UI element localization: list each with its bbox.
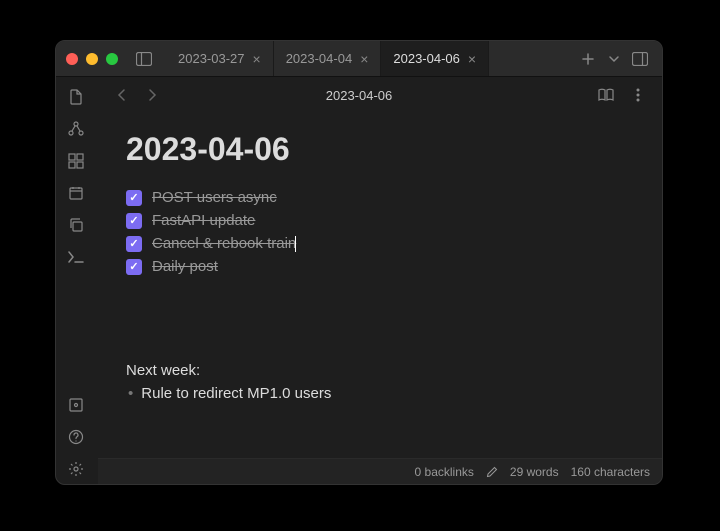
help-icon[interactable]	[61, 422, 91, 452]
task-text: FastAPI update	[152, 212, 255, 229]
tab-label: 2023-04-04	[286, 51, 353, 66]
tab-2[interactable]: 2023-04-06 ×	[381, 41, 489, 76]
task-item[interactable]: ✓ Cancel & rebook train	[126, 232, 634, 255]
edit-mode-icon[interactable]	[486, 466, 498, 478]
sidebar-toggle-icon[interactable]	[132, 47, 156, 71]
bullet-icon: •	[128, 385, 133, 402]
page-heading: 2023-04-06	[126, 131, 634, 168]
close-window-button[interactable]	[66, 53, 78, 65]
nextweek-heading: Next week:	[126, 362, 634, 379]
checkbox-checked[interactable]: ✓	[126, 236, 142, 252]
activity-bar	[55, 76, 97, 484]
more-menu-icon[interactable]	[626, 83, 650, 107]
checkbox-checked[interactable]: ✓	[126, 259, 142, 275]
task-item[interactable]: ✓ FastAPI update	[126, 209, 634, 232]
app-window: 2023-03-27 × 2023-04-04 × 2023-04-06 × 2…	[55, 40, 663, 485]
close-tab-icon[interactable]: ×	[253, 51, 261, 67]
grid-icon[interactable]	[61, 146, 91, 176]
task-item[interactable]: ✓ POST users async	[126, 186, 634, 209]
new-tab-button[interactable]	[576, 47, 600, 71]
list-item[interactable]: • Rule to redirect MP1.0 users	[126, 385, 634, 402]
graph-view-icon[interactable]	[61, 114, 91, 144]
titlebar: 2023-03-27 × 2023-04-04 × 2023-04-06 ×	[56, 41, 662, 77]
window-controls	[66, 53, 118, 65]
task-list: ✓ POST users async ✓ FastAPI update ✓ Ca…	[126, 186, 634, 278]
right-sidebar-toggle-icon[interactable]	[628, 47, 652, 71]
document-toolbar: 2023-04-06	[98, 77, 662, 113]
checkbox-checked[interactable]: ✓	[126, 213, 142, 229]
text-cursor	[295, 236, 296, 252]
close-tab-icon[interactable]: ×	[360, 51, 368, 67]
backlinks-count[interactable]: 0 backlinks	[415, 465, 474, 479]
check-icon: ✓	[129, 260, 138, 273]
tab-strip: 2023-03-27 × 2023-04-04 × 2023-04-06 ×	[166, 41, 570, 76]
editor-area: 2023-04-06 2023-04-06 ✓ POST users async…	[98, 77, 662, 484]
titlebar-right	[576, 47, 652, 71]
main-area: 2023-04-06 2023-04-06 ✓ POST users async…	[56, 77, 662, 484]
check-icon: ✓	[129, 237, 138, 250]
back-button[interactable]	[110, 83, 134, 107]
tab-1[interactable]: 2023-04-04 ×	[274, 41, 382, 76]
copy-icon[interactable]	[61, 210, 91, 240]
tab-label: 2023-03-27	[178, 51, 245, 66]
word-count[interactable]: 29 words	[510, 465, 559, 479]
chevron-down-icon[interactable]	[602, 47, 626, 71]
document-body[interactable]: 2023-04-06 ✓ POST users async ✓ FastAPI …	[98, 113, 662, 458]
status-bar: 0 backlinks 29 words 160 characters	[98, 458, 662, 484]
reading-mode-icon[interactable]	[594, 83, 618, 107]
checkbox-checked[interactable]: ✓	[126, 190, 142, 206]
close-tab-icon[interactable]: ×	[468, 51, 476, 67]
task-text: POST users async	[152, 189, 277, 206]
calendar-icon[interactable]	[61, 178, 91, 208]
terminal-icon[interactable]	[61, 242, 91, 272]
tab-label: 2023-04-06	[393, 51, 460, 66]
settings-icon[interactable]	[61, 454, 91, 484]
list-item-text: Rule to redirect MP1.0 users	[141, 385, 331, 402]
minimize-window-button[interactable]	[86, 53, 98, 65]
task-item[interactable]: ✓ Daily post	[126, 255, 634, 278]
tab-0[interactable]: 2023-03-27 ×	[166, 41, 274, 76]
task-text: Daily post	[152, 258, 218, 275]
char-count[interactable]: 160 characters	[571, 465, 650, 479]
vault-icon[interactable]	[61, 390, 91, 420]
file-explorer-icon[interactable]	[61, 82, 91, 112]
forward-button[interactable]	[140, 83, 164, 107]
maximize-window-button[interactable]	[106, 53, 118, 65]
task-text: Cancel & rebook train	[152, 235, 296, 252]
check-icon: ✓	[129, 191, 138, 204]
document-title: 2023-04-06	[326, 88, 393, 103]
check-icon: ✓	[129, 214, 138, 227]
